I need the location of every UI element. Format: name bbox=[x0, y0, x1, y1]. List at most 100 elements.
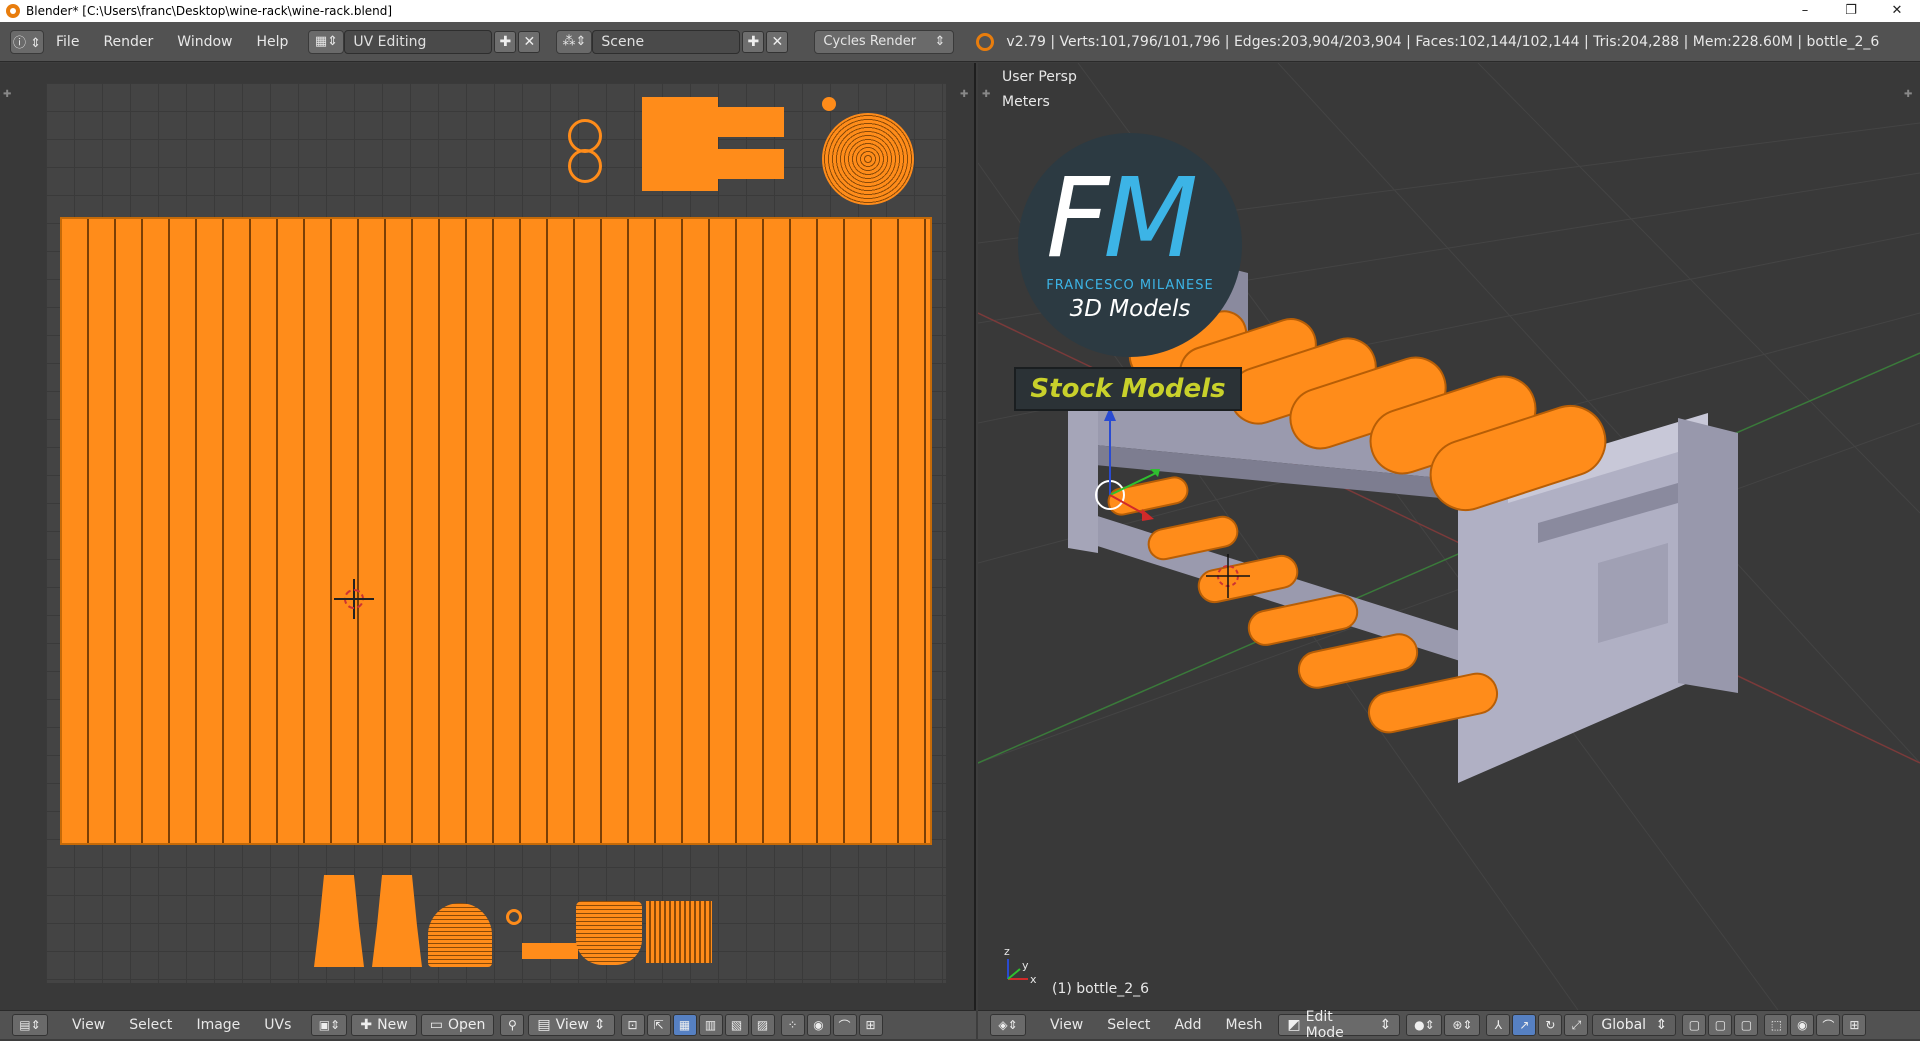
uv-island-neck-lower[interactable] bbox=[716, 149, 784, 179]
uv-island-neck-base[interactable] bbox=[642, 97, 718, 191]
delete-layout-button[interactable]: ✕ bbox=[518, 30, 541, 53]
tool-shelf-toggle-icon[interactable]: ✚ bbox=[982, 89, 990, 100]
snap-element-3d-icon[interactable]: ⊞ bbox=[1842, 1014, 1867, 1036]
menu-help[interactable]: Help bbox=[244, 22, 300, 62]
uv-island-bottom-2[interactable] bbox=[372, 875, 422, 967]
region-toggle-right-icon[interactable]: ✚ bbox=[960, 89, 968, 100]
view-icon: ▤ bbox=[537, 1017, 551, 1033]
add-scene-button[interactable]: ✚ bbox=[742, 30, 765, 53]
vp-menu-select[interactable]: Select bbox=[1095, 1011, 1162, 1040]
axis-y-label: y bbox=[1022, 959, 1029, 972]
edge-select-icon[interactable]: ▥ bbox=[698, 1014, 723, 1036]
x-icon: ✕ bbox=[523, 33, 536, 50]
render-engine-dropdown[interactable]: Cycles Render ⇕ bbox=[814, 29, 955, 54]
scale-manipulator-icon[interactable]: ⤢ bbox=[1564, 1014, 1589, 1036]
delete-scene-button[interactable]: ✕ bbox=[766, 30, 789, 53]
uv-menu-image[interactable]: Image bbox=[184, 1011, 252, 1040]
axis-x-label: x bbox=[1030, 973, 1037, 986]
vp-menu-mesh[interactable]: Mesh bbox=[1214, 1011, 1275, 1040]
limit-selection-icon[interactable]: ⬚ bbox=[1764, 1014, 1789, 1036]
logo-letter-f: F bbox=[1046, 154, 1109, 282]
snap-icon[interactable]: ⌒ bbox=[832, 1014, 857, 1036]
snap-element-icon[interactable]: ⊞ bbox=[858, 1014, 883, 1036]
scene-icon: ⁂⇕ bbox=[562, 34, 587, 49]
rotate-manipulator-icon[interactable]: ↻ bbox=[1538, 1014, 1563, 1036]
uv-island-dome[interactable] bbox=[428, 903, 492, 967]
pin-icon[interactable]: ⚲ bbox=[500, 1014, 525, 1036]
uv-island-ring-top[interactable] bbox=[568, 119, 602, 153]
logo-letter-m: M bbox=[1103, 154, 1198, 282]
pivot-icon[interactable]: ⊡ bbox=[620, 1014, 645, 1036]
uv-island-neck-upper[interactable] bbox=[716, 107, 784, 137]
sync-selection-icon[interactable]: ⇱ bbox=[646, 1014, 671, 1036]
menu-window[interactable]: Window bbox=[165, 22, 244, 62]
vertex-select-icon[interactable]: ▦ bbox=[672, 1014, 697, 1036]
screen-layout-field[interactable]: UV Editing bbox=[344, 29, 493, 54]
manipulator-toggle-icon[interactable]: ⅄ bbox=[1486, 1014, 1511, 1036]
new-image-button[interactable]: ✚ New bbox=[351, 1014, 417, 1036]
menu-render[interactable]: Render bbox=[91, 22, 165, 62]
interaction-mode-dropdown[interactable]: ◩ Edit Mode ⇕ bbox=[1278, 1009, 1401, 1041]
chevron-updown-icon: ⇕ bbox=[1379, 1017, 1392, 1033]
plus-icon: ✚ bbox=[747, 33, 760, 50]
vp-menu-add[interactable]: Add bbox=[1162, 1011, 1213, 1040]
chevron-updown-icon: ⇕ bbox=[1655, 1017, 1668, 1033]
uv-2d-cursor[interactable] bbox=[334, 579, 374, 619]
layer-3-icon[interactable]: ▢ bbox=[1734, 1014, 1759, 1036]
vp-menu-view[interactable]: View bbox=[1038, 1011, 1095, 1040]
uv-island-dot[interactable] bbox=[822, 97, 836, 111]
uv-island-fan[interactable] bbox=[576, 901, 642, 965]
editor-type-button[interactable]: ▤⇕ bbox=[12, 1014, 48, 1036]
open-image-button[interactable]: ▭ Open bbox=[420, 1014, 495, 1036]
layer-1-icon[interactable]: ▢ bbox=[1682, 1014, 1707, 1036]
uv-island-grid-block[interactable] bbox=[646, 901, 712, 963]
uv-grid-area[interactable] bbox=[46, 83, 946, 983]
plus-icon: ✚ bbox=[360, 1017, 373, 1033]
3d-viewport[interactable]: User Persp Meters z y x (1) bottle_2_6 ✚… bbox=[978, 63, 1920, 1010]
uv-island-ring-bottom[interactable] bbox=[568, 149, 602, 183]
snap-3d-icon[interactable]: ⌒ bbox=[1816, 1014, 1841, 1036]
uv-island-label-strip[interactable] bbox=[522, 943, 578, 959]
chevron-updown-icon: ⇕ bbox=[593, 1017, 606, 1033]
proportional-edit-icon[interactable]: ◉ bbox=[806, 1014, 831, 1036]
properties-toggle-icon[interactable]: ✚ bbox=[1904, 89, 1912, 100]
screen-layout-button[interactable]: ▦⇕ bbox=[308, 29, 345, 54]
maximize-button[interactable]: ❐ bbox=[1828, 0, 1874, 22]
image-browse-button[interactable]: ▣⇕ bbox=[311, 1014, 348, 1036]
editor-type-info-button[interactable]: ⓘ ⇕ bbox=[10, 29, 44, 54]
uv-menu-view[interactable]: View bbox=[60, 1011, 117, 1040]
island-select-icon[interactable]: ▨ bbox=[750, 1014, 775, 1036]
proportional-edit-3d-icon[interactable]: ◉ bbox=[1790, 1014, 1815, 1036]
uv-island-bottle-bodies[interactable] bbox=[60, 217, 932, 845]
transform-orientation-label: Global bbox=[1601, 1017, 1647, 1033]
region-toggle-left-icon[interactable]: ✚ bbox=[3, 89, 11, 100]
pivot-point-dropdown[interactable]: ⊛⇕ bbox=[1444, 1014, 1481, 1036]
view-mode-label: View bbox=[555, 1017, 589, 1033]
uv-image-editor[interactable]: ✚ ✚ bbox=[0, 63, 976, 1010]
view-mode-dropdown[interactable]: ▤ View ⇕ bbox=[528, 1014, 615, 1036]
add-layout-button[interactable]: ✚ bbox=[494, 30, 517, 53]
bottles-bottom-row[interactable] bbox=[1106, 475, 1501, 736]
minimize-button[interactable]: – bbox=[1782, 0, 1828, 22]
translate-manipulator-icon[interactable]: ↗ bbox=[1512, 1014, 1537, 1036]
uv-island-small-ring[interactable] bbox=[506, 909, 522, 925]
view-name-label: User Persp bbox=[1002, 69, 1077, 85]
info-icon: ⓘ ⇕ bbox=[12, 36, 42, 51]
interaction-mode-label: Edit Mode bbox=[1305, 1009, 1344, 1041]
edit-mode-icon: ◩ bbox=[1287, 1017, 1301, 1033]
scene-selector-button[interactable]: ⁂⇕ bbox=[556, 29, 593, 54]
scene-field[interactable]: Scene bbox=[592, 29, 741, 54]
transform-orientation-dropdown[interactable]: Global ⇕ bbox=[1592, 1014, 1677, 1036]
uv-island-bottom-1[interactable] bbox=[314, 875, 364, 967]
uv-menu-uvs[interactable]: UVs bbox=[252, 1011, 303, 1040]
editor-type-3d-button[interactable]: ◈⇕ bbox=[990, 1014, 1026, 1036]
viewport-shading-dropdown[interactable]: ●⇕ bbox=[1406, 1014, 1443, 1036]
plus-icon: ✚ bbox=[499, 33, 512, 50]
close-button[interactable]: ✕ bbox=[1874, 0, 1920, 22]
uv-island-bottom-disc[interactable] bbox=[822, 113, 914, 205]
uv-menu-select[interactable]: Select bbox=[117, 1011, 184, 1040]
menu-file[interactable]: File bbox=[44, 22, 91, 62]
face-select-icon[interactable]: ▧ bbox=[724, 1014, 749, 1036]
layer-2-icon[interactable]: ▢ bbox=[1708, 1014, 1733, 1036]
sticky-mode-icon[interactable]: ⁘ bbox=[780, 1014, 805, 1036]
